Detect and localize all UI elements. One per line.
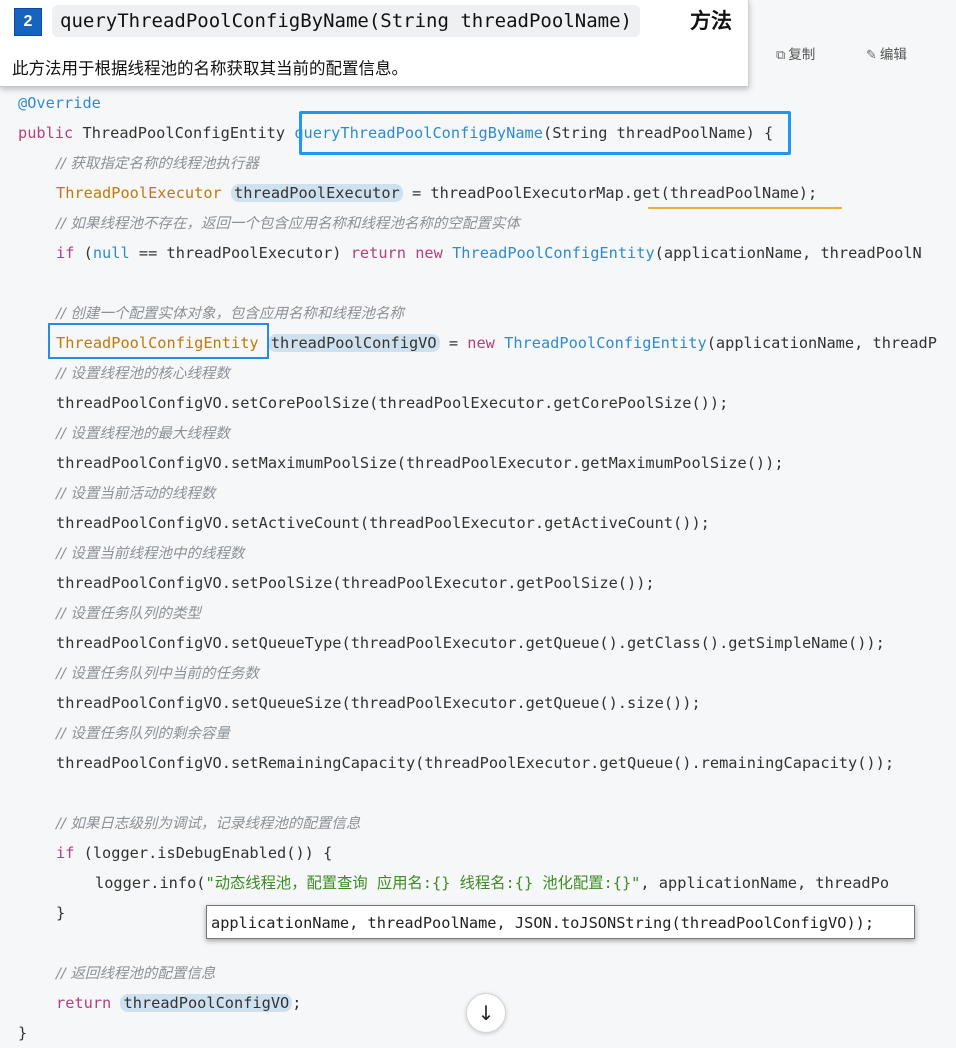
highlighted-variable: threadPoolExecutor [231,184,403,202]
code-comment: // 获取指定名称的线程池执行器 [56,156,259,172]
code-line: if (logger.isDebugEnabled()) { [56,844,333,862]
copy-icon: ⧉ [776,48,786,63]
code-line: @Override [18,94,101,112]
method-name: queryThreadPoolConfigByName [294,124,543,142]
arrow-down-icon: ↓ [477,1001,495,1025]
code-comment: // 设置线程池的最大线程数 [56,426,230,442]
code-comment: // 创建一个配置实体对象，包含应用名称和线程池名称 [56,306,404,322]
code-comment: // 设置任务队列中当前的任务数 [56,666,259,682]
code-line: return threadPoolConfigVO; [56,994,302,1012]
code-line: logger.info("动态线程池，配置查询 应用名:{} 线程名:{} 池化… [95,874,890,892]
code-comment: // 设置当前活动的线程数 [56,486,216,502]
code-comment: // 设置任务队列的剩余容量 [56,726,230,742]
code-line: if (null == threadPoolExecutor) return n… [56,244,922,262]
method-signature: queryThreadPoolConfigByName(String threa… [52,5,640,37]
code-comment: // 设置当前线程池中的线程数 [56,546,245,562]
code-line: threadPoolConfigVO.setQueueSize(threadPo… [56,694,701,712]
code-comment: // 设置任务队列的类型 [56,606,201,622]
code-line: public ThreadPoolConfigEntity queryThrea… [18,124,774,142]
code-continuation-popup: applicationName, threadPoolName, JSON.to… [206,905,915,939]
code-line: } [56,904,66,922]
code-line: threadPoolConfigVO.setPoolSize(threadPoo… [56,574,655,592]
edit-button[interactable]: ✎ 编辑 [866,44,907,66]
code-line: threadPoolConfigVO.setRemainingCapacity(… [56,754,895,772]
scroll-to-bottom-button[interactable]: ↓ [466,993,506,1033]
get-underline [648,207,842,209]
code-line: threadPoolConfigVO.setCorePoolSize(threa… [56,394,729,412]
highlighted-variable: threadPoolConfigVO [267,334,440,352]
code-comment: // 如果日志级别为调试，记录线程池的配置信息 [56,816,361,832]
code-line: } [18,1024,28,1042]
copy-button[interactable]: ⧉ 复制 [776,44,815,66]
code-line: ThreadPoolConfigEntity threadPoolConfigV… [56,334,937,352]
step-number-badge: 2 [14,8,42,36]
code-comment: // 如果线程池不存在，返回一个包含应用名称和线程池名称的空配置实体 [56,216,520,232]
section-header-card: 2 queryThreadPoolConfigByName(String thr… [0,0,749,87]
section-description: 此方法用于根据线程池的名称获取其当前的配置信息。 [12,59,408,78]
code-line: threadPoolConfigVO.setActiveCount(thread… [56,514,710,532]
code-line: threadPoolConfigVO.setQueueType(threadPo… [56,634,885,652]
code-line: ThreadPoolExecutor threadPoolExecutor = … [56,184,818,202]
edit-icon: ✎ [866,48,877,63]
code-block: @Override public ThreadPoolConfigEntity … [0,86,956,1043]
method-label: 方法 [690,9,732,33]
code-comment: // 返回线程池的配置信息 [56,966,216,982]
code-comment: // 设置线程池的核心线程数 [56,366,230,382]
highlighted-variable: threadPoolConfigVO [120,994,293,1012]
code-line: threadPoolConfigVO.setMaximumPoolSize(th… [56,454,784,472]
